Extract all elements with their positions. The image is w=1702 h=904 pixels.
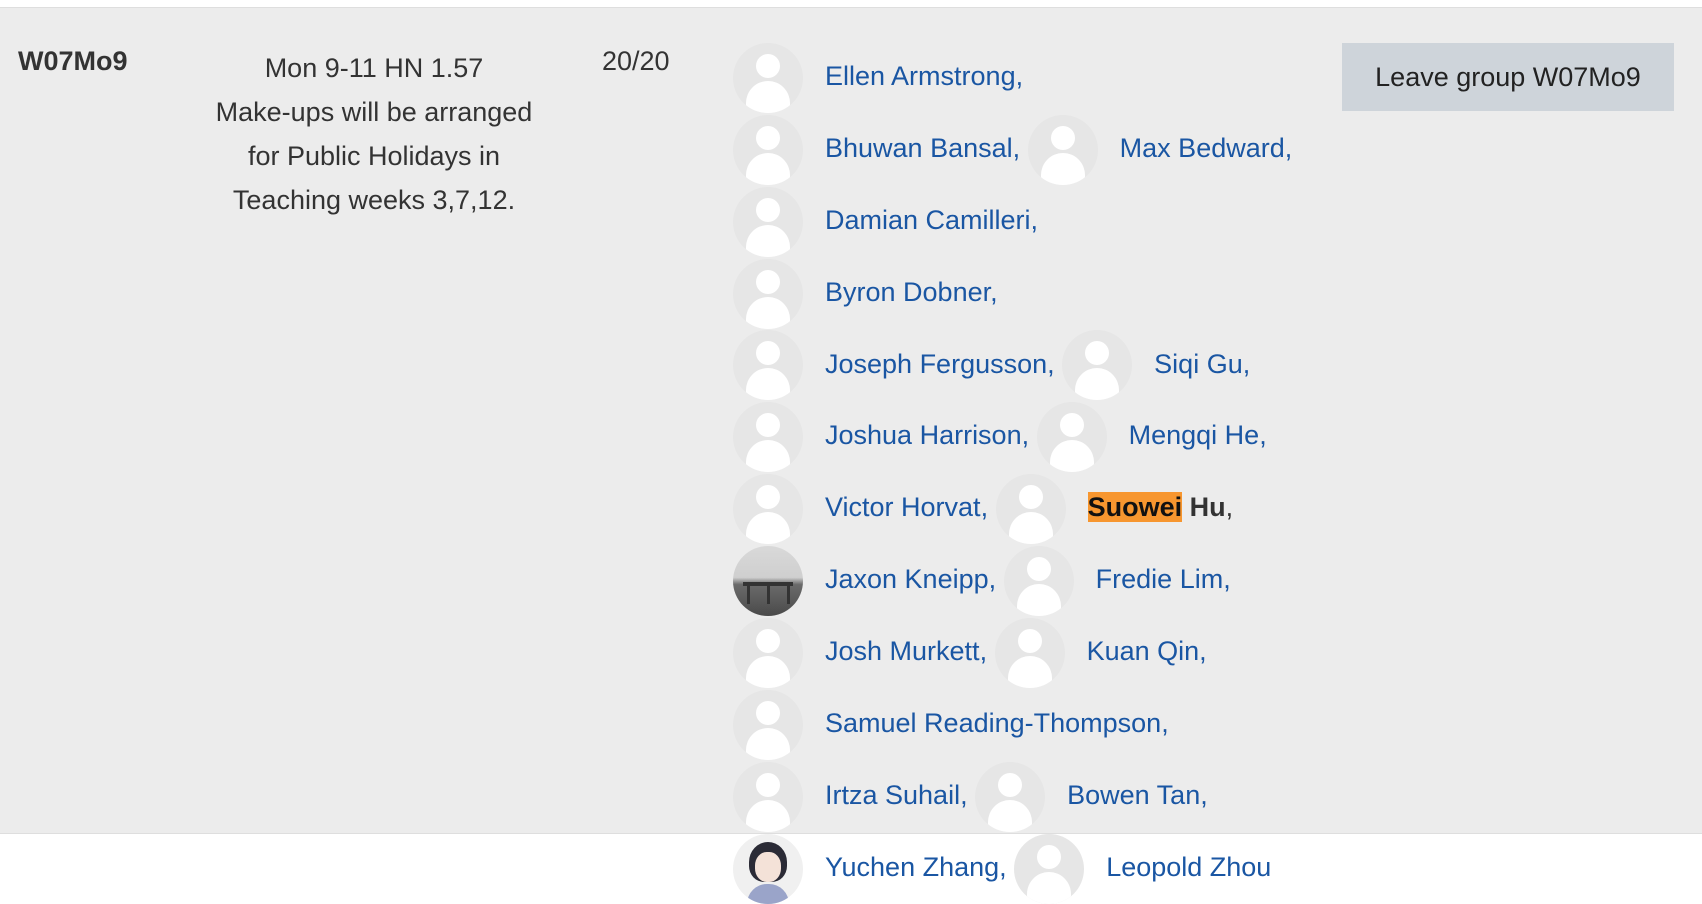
default-user-icon[interactable] <box>733 42 803 113</box>
member-name-link[interactable]: Ellen Armstrong <box>825 61 1016 91</box>
member-item: Samuel Reading-Thompson, <box>733 689 1169 760</box>
member-item: Joshua Harrison, <box>733 402 1030 473</box>
member-item: Fredie Lim, <box>1003 546 1231 616</box>
member-item: Victor Horvat, <box>733 474 989 545</box>
default-user-icon[interactable] <box>733 186 803 257</box>
default-user-icon[interactable] <box>733 761 803 832</box>
default-user-icon[interactable] <box>994 617 1065 688</box>
member-item: Suowei Hu, <box>995 474 1234 545</box>
member-item: Yuchen Zhang, <box>733 833 1007 904</box>
description-line: for Public Holidays in <box>247 141 501 171</box>
separator: , <box>1015 61 1024 91</box>
member-item: Irtza Suhail, <box>733 761 968 832</box>
description-line: Make-ups will be arranged <box>215 97 533 127</box>
member-item: Mengqi He, <box>1036 402 1267 473</box>
member-item: Max Bedward, <box>1027 114 1293 185</box>
separator: , <box>1047 348 1055 379</box>
separator: , <box>1030 204 1039 235</box>
separator: , <box>1021 420 1030 451</box>
group-description: Mon 9-11 HN 1.57 Make-ups will be arrang… <box>198 46 550 222</box>
separator: , <box>1161 707 1169 738</box>
separator: , <box>1200 779 1208 810</box>
member-name-link[interactable]: Damian Camilleri <box>825 205 1031 235</box>
separator: , <box>960 779 968 810</box>
member-name-link[interactable]: Max Bedward <box>1120 133 1285 163</box>
group-name: W07Mo9 <box>18 46 128 76</box>
member-name-link[interactable]: Yuchen Zhang <box>825 852 999 882</box>
default-user-icon[interactable] <box>1014 833 1085 904</box>
member-count: 20/20 <box>602 46 670 76</box>
default-user-icon[interactable] <box>1027 114 1098 185</box>
default-user-icon[interactable] <box>1036 402 1107 473</box>
last-name: Hu <box>1189 492 1226 523</box>
member-name-link[interactable]: Bhuwan Bansal <box>825 133 1013 163</box>
default-user-icon[interactable] <box>975 761 1046 832</box>
member-item: Josh Murkett, <box>733 617 988 688</box>
member-name-link[interactable]: Leopold Zhou <box>1106 852 1271 882</box>
default-user-icon[interactable] <box>1003 546 1074 616</box>
member-item: Damian Camilleri, <box>733 186 1039 257</box>
separator: , <box>1242 348 1251 379</box>
member-item: Kuan Qin, <box>994 617 1207 688</box>
description-line: Teaching weeks 3,7,12. <box>232 185 516 215</box>
separator: , <box>1199 636 1207 666</box>
member-name-link[interactable]: Jaxon Kneipp <box>825 564 989 594</box>
member-name-link[interactable]: Kuan Qin <box>1087 636 1200 666</box>
separator: , <box>979 636 988 666</box>
separator: , <box>1259 420 1267 451</box>
leave-group-button[interactable]: Leave group W07Mo9 <box>1342 43 1674 111</box>
member-item: Joseph Fergusson, <box>733 330 1055 401</box>
member-name-link[interactable]: Mengqi He <box>1129 420 1260 450</box>
separator: , <box>1284 132 1293 163</box>
member-item: Ellen Armstrong, <box>733 42 1024 113</box>
separator: , <box>1223 564 1231 595</box>
member-name-link[interactable]: Fredie Lim <box>1096 564 1224 594</box>
member-name-link[interactable]: Josh Murkett <box>825 636 980 666</box>
page: W07Mo9 Mon 9-11 HN 1.57 Make-ups will be… <box>0 0 1702 904</box>
separator: , <box>988 564 997 595</box>
member-item: Jaxon Kneipp, <box>733 546 997 616</box>
member-item: Siqi Gu, <box>1062 330 1251 401</box>
member-name-link[interactable]: Siqi Gu <box>1154 349 1243 379</box>
default-user-icon[interactable] <box>733 689 803 760</box>
member-name-link[interactable]: Victor Horvat <box>825 492 981 522</box>
default-user-icon[interactable] <box>733 402 803 473</box>
separator: , <box>999 851 1007 882</box>
separator: , <box>980 492 989 523</box>
description-line: Mon 9-11 HN 1.57 <box>264 53 484 83</box>
highlighted-first-name: Suowei <box>1087 492 1183 523</box>
default-user-icon[interactable] <box>733 330 803 401</box>
member-item: Byron Dobner, <box>733 258 998 329</box>
current-user-name[interactable]: Suowei Hu <box>1087 492 1226 523</box>
member-list: Ellen Armstrong, Bhuwan Bansal, Max Bedw… <box>733 41 1303 904</box>
member-item: Bowen Tan, <box>975 761 1208 832</box>
member-name-link[interactable]: Joseph Fergusson <box>825 349 1047 379</box>
default-user-icon[interactable] <box>733 114 803 185</box>
member-name-link[interactable]: Bowen Tan <box>1067 780 1200 810</box>
user-photo-avatar[interactable] <box>733 833 803 904</box>
member-name-link[interactable]: Samuel Reading-Thompson <box>825 708 1161 738</box>
default-user-icon[interactable] <box>995 474 1066 545</box>
separator: , <box>1012 132 1021 163</box>
member-item: Leopold Zhou <box>1014 833 1271 904</box>
default-user-icon[interactable] <box>733 474 803 545</box>
user-photo-avatar[interactable] <box>733 546 803 616</box>
member-name-link[interactable]: Byron Dobner <box>825 277 990 307</box>
default-user-icon[interactable] <box>733 258 803 329</box>
separator: , <box>1225 492 1234 523</box>
member-name-link[interactable]: Irtza Suhail <box>825 780 960 810</box>
separator: , <box>990 276 998 307</box>
default-user-icon[interactable] <box>733 617 803 688</box>
group-row: W07Mo9 Mon 9-11 HN 1.57 Make-ups will be… <box>0 7 1702 904</box>
default-user-icon[interactable] <box>1062 330 1133 401</box>
member-name-link[interactable]: Joshua Harrison <box>825 420 1022 450</box>
member-item: Bhuwan Bansal, <box>733 114 1021 185</box>
